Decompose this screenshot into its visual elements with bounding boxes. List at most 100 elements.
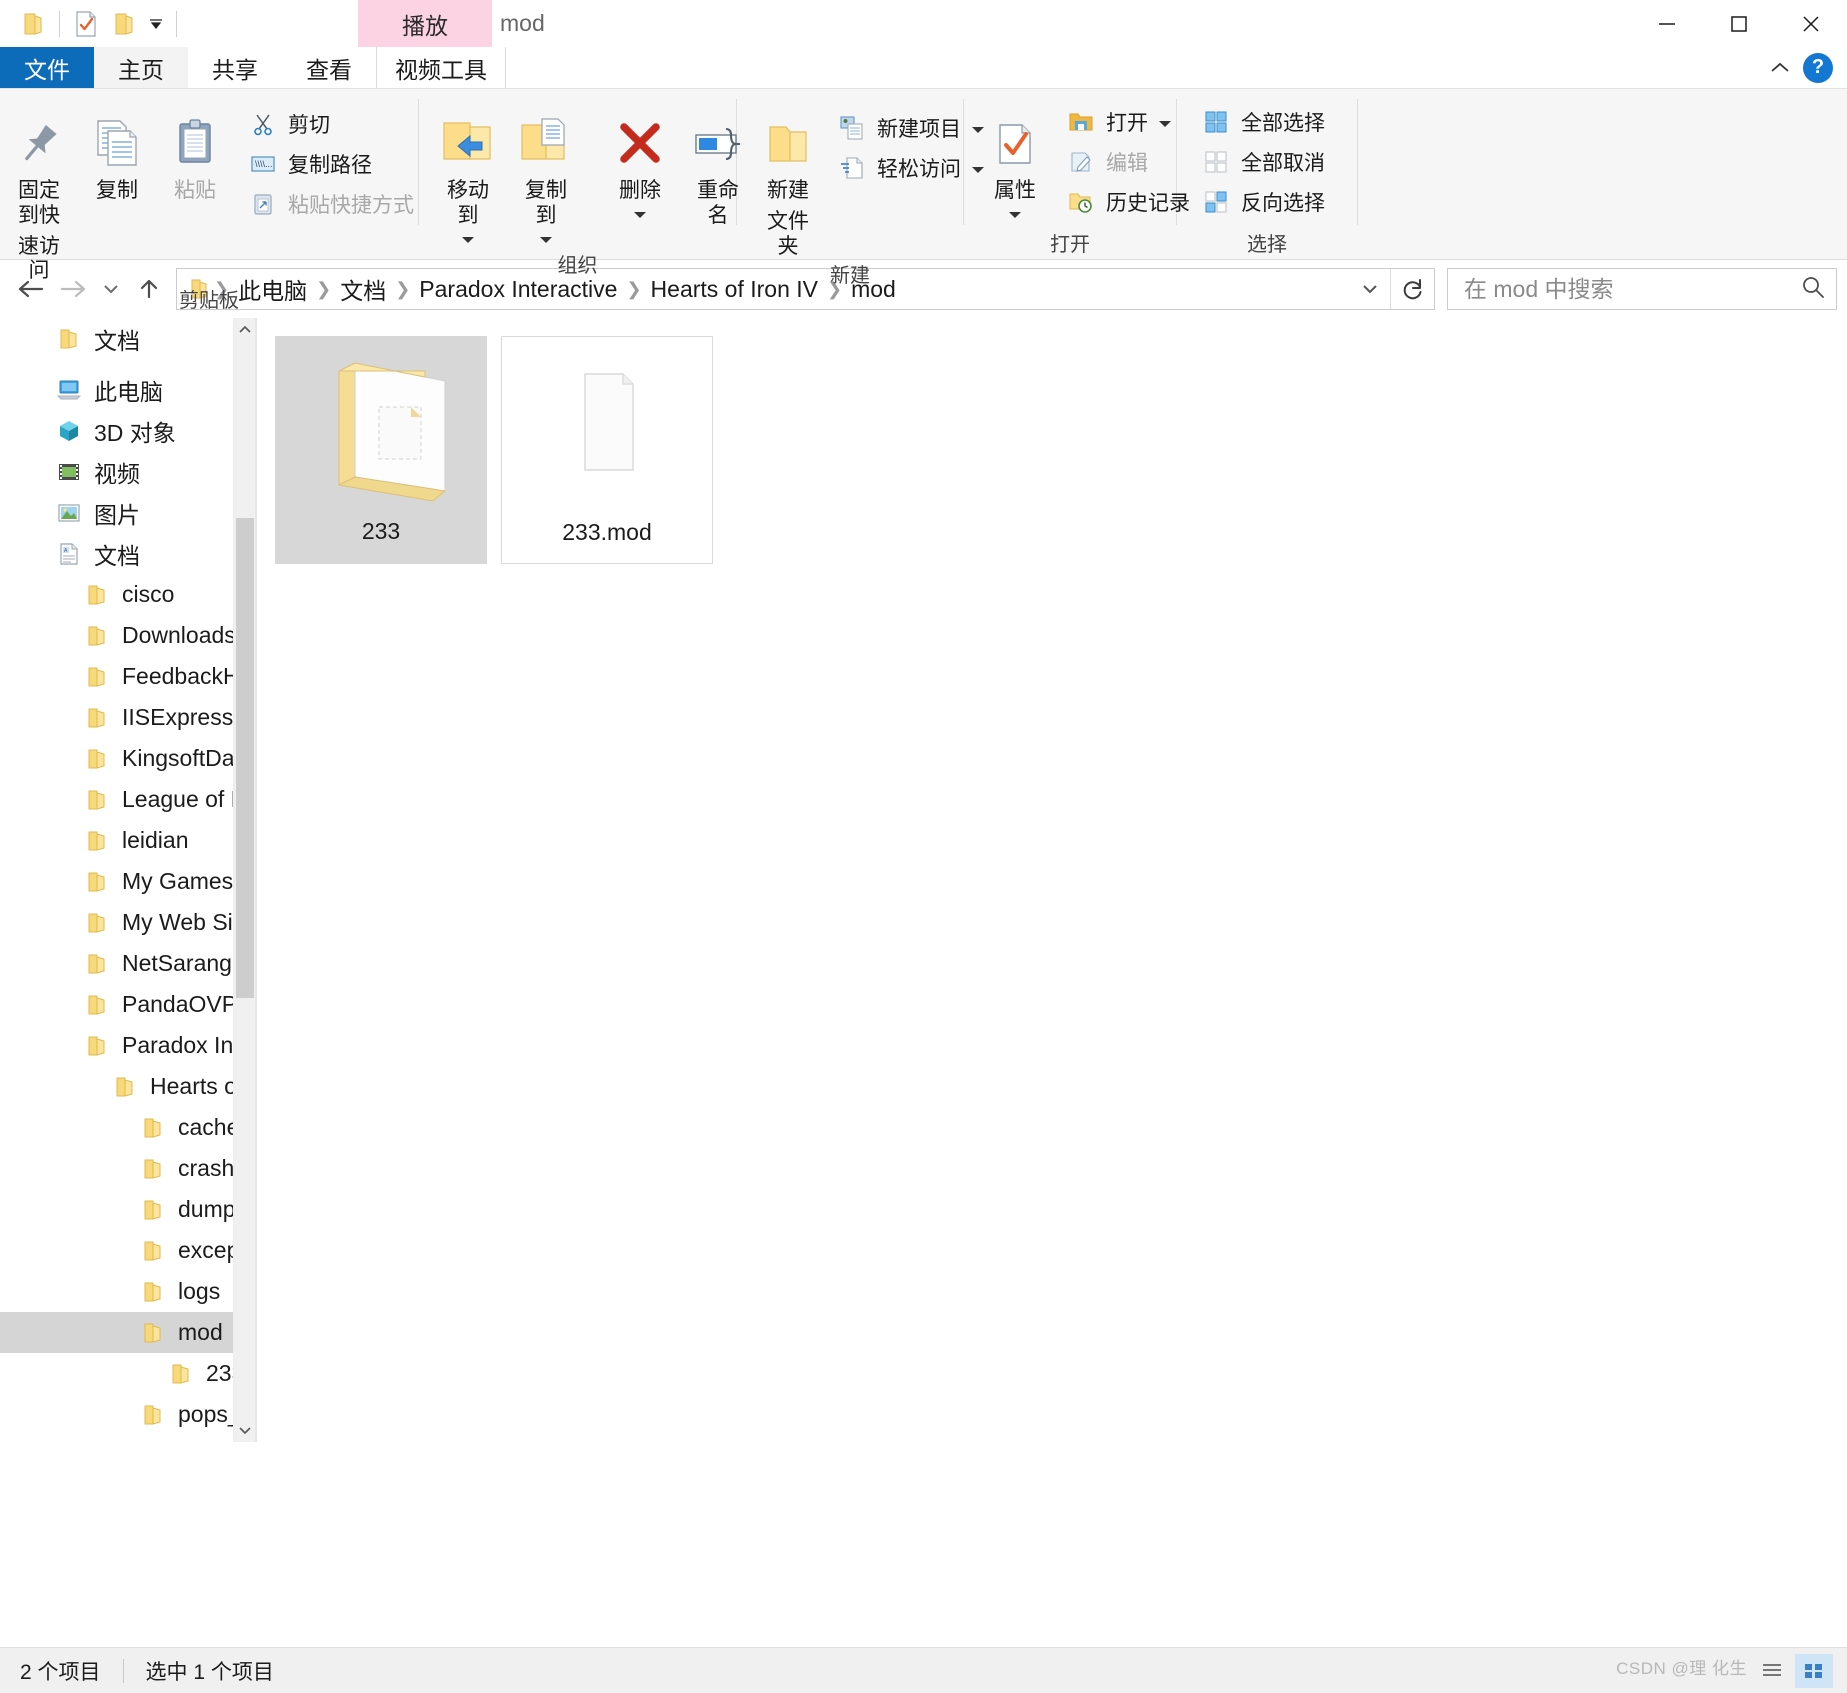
breadcrumb-separator-3[interactable]: ❯ [624, 279, 643, 300]
tab-home[interactable]: 主页 [94, 47, 188, 88]
tree-item-feedbackhub[interactable]: FeedbackHub [0, 656, 255, 697]
close-button[interactable] [1775, 0, 1847, 47]
nav-scroll-down-icon[interactable] [234, 1418, 255, 1442]
tree-item-3d-对象[interactable]: 3D 对象 [0, 410, 255, 451]
copy-button[interactable]: 复制 [78, 101, 156, 204]
ribbon: 固定到快 速访问 复制 粘贴 剪切 \\\\... 复制路径 粘贴快捷方式 剪贴… [0, 88, 1847, 312]
new-folder-button[interactable]: 新建 文件夹 [749, 101, 827, 259]
folder-icon [82, 621, 112, 651]
tree-item-netsarang-com[interactable]: NetSarang Com [0, 943, 255, 984]
watermark: CSDN @理 化生 [1616, 1659, 1747, 1678]
tabstrip-spacer [506, 47, 1763, 88]
tree-item-leidian[interactable]: leidian [0, 820, 255, 861]
tree-item-233[interactable]: 233 [0, 1353, 255, 1394]
copy-path-button[interactable]: \\\\... 复制路径 [240, 145, 422, 183]
paste-shortcut-label: 粘贴快捷方式 [288, 194, 414, 217]
nav-scroll-thumb[interactable] [236, 518, 254, 998]
qat-properties-icon[interactable] [67, 5, 105, 43]
tree-item-crashes[interactable]: crashes [0, 1148, 255, 1189]
tree-item-mod[interactable]: mod [0, 1312, 255, 1353]
ribbon-group-select: 全部选择 全部取消 反向选择 选择 [1177, 89, 1357, 259]
search-icon[interactable] [1800, 274, 1826, 305]
tree-item-pops_filestora[interactable]: pops_filestora [0, 1394, 255, 1435]
collapse-ribbon-icon[interactable] [1763, 51, 1797, 85]
refresh-button[interactable] [1390, 269, 1434, 309]
select-none-button[interactable]: 全部取消 [1193, 143, 1333, 181]
pin-to-quick-access-button[interactable]: 固定到快 速访问 [0, 101, 78, 284]
select-all-icon [1201, 107, 1231, 137]
delete-dropdown-icon[interactable] [633, 206, 647, 224]
folder-icon [82, 1031, 112, 1061]
address-history-dropdown-icon[interactable] [1350, 269, 1390, 309]
tree-item-此电脑[interactable]: 此电脑 [0, 369, 255, 410]
tree-item-league-of-leger[interactable]: League of Leger [0, 779, 255, 820]
move-to-dropdown-icon[interactable] [461, 231, 475, 249]
nav-scroll-up-icon[interactable] [234, 318, 255, 342]
nav-scrollbar[interactable] [233, 318, 255, 1442]
tab-video-tools[interactable]: 视频工具 [376, 47, 506, 88]
tree-item-iisexpress[interactable]: IISExpress [0, 697, 255, 738]
select-all-button[interactable]: 全部选择 [1193, 103, 1333, 141]
tree-item-视频[interactable]: 视频 [0, 451, 255, 492]
search-box[interactable] [1447, 268, 1837, 310]
tree-item-文档[interactable]: A 文档 [0, 533, 255, 574]
file-item-mod-file[interactable]: 233.mod [501, 336, 713, 564]
open-dropdown-icon[interactable] [1158, 110, 1172, 134]
tree-item-logs[interactable]: logs [0, 1271, 255, 1312]
qat-folder-icon[interactable] [14, 5, 52, 43]
new-folder-icon [760, 101, 816, 173]
invert-selection-button[interactable]: 反向选择 [1193, 183, 1333, 221]
tree-item-pandaovp[interactable]: PandaOVP [0, 984, 255, 1025]
maximize-button[interactable] [1703, 0, 1775, 47]
tree-item-dumps[interactable]: dumps [0, 1189, 255, 1230]
delete-button[interactable]: 删除 [601, 101, 679, 224]
minimize-button[interactable] [1631, 0, 1703, 47]
open-label: 打开 [1106, 112, 1148, 135]
large-icons-view-button[interactable] [1795, 1653, 1833, 1688]
easy-access-icon [837, 153, 867, 183]
tree-item-kingsoftdata[interactable]: KingsoftData [0, 738, 255, 779]
folder-icon [138, 1113, 168, 1143]
tree-item-文档[interactable]: 文档 [0, 318, 255, 359]
breadcrumb-item-paradox-interactive[interactable]: Paradox Interactive [412, 276, 624, 303]
file-item-folder[interactable]: 233 [275, 336, 487, 564]
qat-new-folder-icon[interactable] [105, 5, 143, 43]
details-view-button[interactable] [1753, 1654, 1791, 1688]
search-input[interactable] [1462, 274, 1800, 304]
properties-dropdown-icon[interactable] [1008, 206, 1022, 224]
qat-separator [59, 10, 60, 37]
tree-item-cisco[interactable]: cisco [0, 574, 255, 615]
pin-icon [10, 101, 68, 173]
tree-item-label: League of Leger [122, 786, 251, 812]
ribbon-group-clipboard: 固定到快 速访问 复制 粘贴 剪切 \\\\... 复制路径 粘贴快捷方式 剪贴… [0, 89, 418, 312]
tree-item-exceptions[interactable]: exceptions [0, 1230, 255, 1271]
file-list-view[interactable]: 233 233.mod [257, 318, 1847, 1442]
folder-tree: 文档此电脑 3D 对象 视频 图片 A 文档 cisco Downloads FeedbackH… [0, 318, 255, 1435]
ribbon-group-new: 新建 文件夹 新建项目 轻松访问 新建 [737, 89, 984, 287]
file-thumbnail-icon [519, 343, 695, 509]
tree-item-hearts-of-iron[interactable]: Hearts of Iron [0, 1066, 255, 1107]
paste-shortcut-button[interactable]: 粘贴快捷方式 [240, 185, 422, 223]
help-icon[interactable]: ? [1803, 52, 1833, 83]
videos-icon [54, 457, 84, 487]
new-item-icon [837, 113, 867, 143]
tab-view[interactable]: 查看 [282, 47, 376, 88]
tree-item-图片[interactable]: 图片 [0, 492, 255, 533]
copy-to-button[interactable]: 复制到 [507, 101, 585, 249]
properties-button[interactable]: 属性 [976, 101, 1054, 224]
move-to-button[interactable]: 移动到 [429, 101, 507, 249]
tree-item-cache[interactable]: cache [0, 1107, 255, 1148]
contextual-tab-play[interactable]: 播放 [358, 0, 492, 47]
cut-button[interactable]: 剪切 [240, 105, 422, 143]
tree-item-downloads[interactable]: Downloads [0, 615, 255, 656]
tree-item-paradox-interact[interactable]: Paradox Interact [0, 1025, 255, 1066]
qat-dropdown-icon[interactable] [143, 5, 169, 43]
tree-item-my-web-sites[interactable]: My Web Sites [0, 902, 255, 943]
tree-item-my-games[interactable]: My Games [0, 861, 255, 902]
tree-item-label: PandaOVP [122, 991, 238, 1017]
paste-button[interactable]: 粘贴 [156, 101, 234, 204]
tab-share[interactable]: 共享 [188, 47, 282, 88]
tab-file[interactable]: 文件 [0, 47, 94, 88]
copy-to-dropdown-icon[interactable] [539, 231, 553, 249]
cut-label: 剪切 [288, 114, 330, 137]
